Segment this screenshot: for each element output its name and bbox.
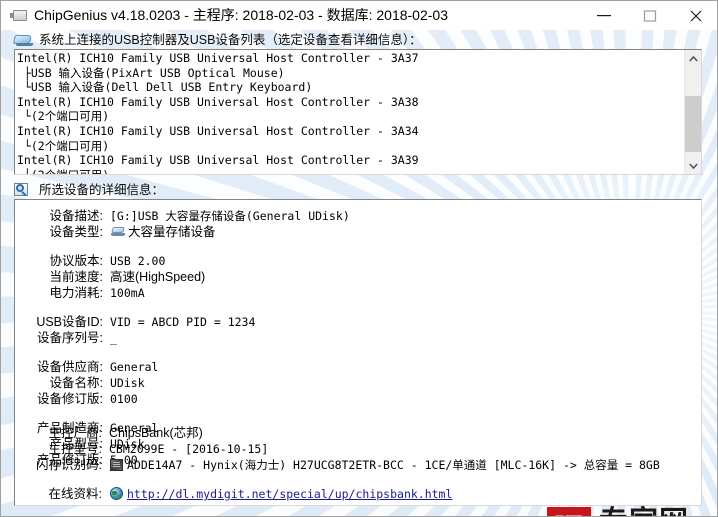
value-current-speed: 高速(HighSpeed) [110, 270, 206, 284]
value-power-usage: 100mA [110, 286, 145, 300]
device-list-row[interactable]: Intel(R) ICH10 Family USB Universal Host… [17, 51, 684, 66]
scroll-thumb[interactable] [685, 96, 701, 152]
scroll-up-arrow[interactable] [685, 50, 701, 67]
label-controller-vendor: 主控厂商: [48, 426, 102, 440]
device-list-row[interactable]: ├USB 输入设备(PixArt USB Optical Mouse) [17, 66, 684, 81]
value-device-vendor: General [110, 360, 159, 374]
client-area: 系统上连接的USB控制器及USB设备列表（选定设备查看详细信息）： Intel(… [1, 30, 717, 516]
label-device-serial: 设备序列号: [37, 331, 103, 345]
magnifier-icon [14, 183, 30, 198]
watermark-name: 专家网 [599, 506, 689, 516]
device-detail-group-label: 所选设备的详细信息： [39, 183, 165, 197]
device-list-panel: Intel(R) ICH10 Family USB Universal Host… [14, 49, 702, 175]
chip-icon [110, 459, 123, 471]
value-device-revision: 0100 [110, 392, 138, 406]
device-detail-lower-content: 主控厂商: ChipsBank(芯邦) 主控型号: CBM2099E - [20… [14, 424, 700, 506]
label-flash-id: 闪存识别码: [36, 458, 102, 472]
device-list[interactable]: Intel(R) ICH10 Family USB Universal Host… [15, 50, 684, 174]
close-button[interactable] [673, 1, 717, 30]
device-list-row[interactable]: Intel(R) ICH10 Family USB Universal Host… [17, 153, 684, 168]
label-current-speed: 当前速度: [49, 270, 103, 284]
value-device-serial: _ [110, 331, 117, 345]
value-controller-model: CBM2099E - [2016-10-15] [109, 442, 269, 456]
device-list-row[interactable]: └(2个端口可用) [17, 139, 684, 154]
value-flash-id: ADDE14A7 - Hynix(海力士) H27UCG8T2ETR-BCC -… [127, 458, 660, 472]
label-online-resource: 在线资料: [48, 487, 102, 501]
usb-drive-icon [13, 34, 35, 47]
device-list-row[interactable]: └(2个端口可用) [17, 168, 684, 174]
label-device-description: 设备描述: [49, 209, 103, 223]
label-device-name: 设备名称: [49, 376, 103, 390]
window-title: ChipGenius v4.18.0203 - 主程序: 2018-02-03 … [34, 7, 448, 23]
globe-icon [110, 487, 123, 500]
chipgenius-window: ChipGenius v4.18.0203 - 主程序: 2018-02-03 … [0, 0, 718, 517]
watermark-mark-text: IT [547, 507, 591, 516]
device-list-scrollbar[interactable] [684, 50, 701, 174]
device-list-row[interactable]: └USB 输入设备(Dell Dell USB Entry Keyboard) [17, 80, 684, 95]
device-list-row[interactable]: └(2个端口可用) [17, 109, 684, 124]
maximize-button[interactable] [627, 1, 673, 30]
label-device-revision: 设备修订版: [37, 392, 103, 406]
scroll-down-arrow[interactable] [685, 157, 701, 174]
minimize-button[interactable] [581, 1, 627, 30]
site-watermark: IT 专家网 tcqinfeng.com [547, 506, 707, 516]
label-controller-model: 主控型号: [48, 442, 102, 456]
value-device-type: 大容量存储设备 [128, 225, 216, 239]
label-device-type: 设备类型: [49, 225, 103, 239]
drive-icon [111, 227, 126, 237]
value-controller-vendor: ChipsBank(芯邦) [109, 426, 203, 440]
watermark-logo-mark: IT [547, 507, 591, 516]
device-detail-lower: 主控厂商: ChipsBank(芯邦) 主控型号: CBM2099E - [20… [14, 424, 702, 506]
value-device-description: [G:]USB 大容量存储设备(General UDisk) [110, 209, 350, 223]
label-power-usage: 电力消耗: [49, 286, 103, 300]
label-device-vendor: 设备供应商: [37, 360, 103, 374]
device-list-row[interactable]: Intel(R) ICH10 Family USB Universal Host… [17, 95, 684, 110]
value-usb-device-id: VID = ABCD PID = 1234 [110, 315, 256, 329]
online-resource-link[interactable]: http://dl.mydigit.net/special/up/chipsba… [127, 486, 452, 502]
device-list-row[interactable]: Intel(R) ICH10 Family USB Universal Host… [17, 124, 684, 139]
value-protocol-version: USB 2.00 [110, 254, 166, 268]
value-device-name: UDisk [110, 376, 145, 390]
app-usb-drive-icon [10, 10, 27, 21]
label-protocol-version: 协议版本: [49, 254, 103, 268]
device-list-group-label: 系统上连接的USB控制器及USB设备列表（选定设备查看详细信息）： [39, 33, 422, 47]
title-bar: ChipGenius v4.18.0203 - 主程序: 2018-02-03 … [1, 1, 717, 30]
label-usb-device-id: USB设备ID: [36, 315, 103, 329]
